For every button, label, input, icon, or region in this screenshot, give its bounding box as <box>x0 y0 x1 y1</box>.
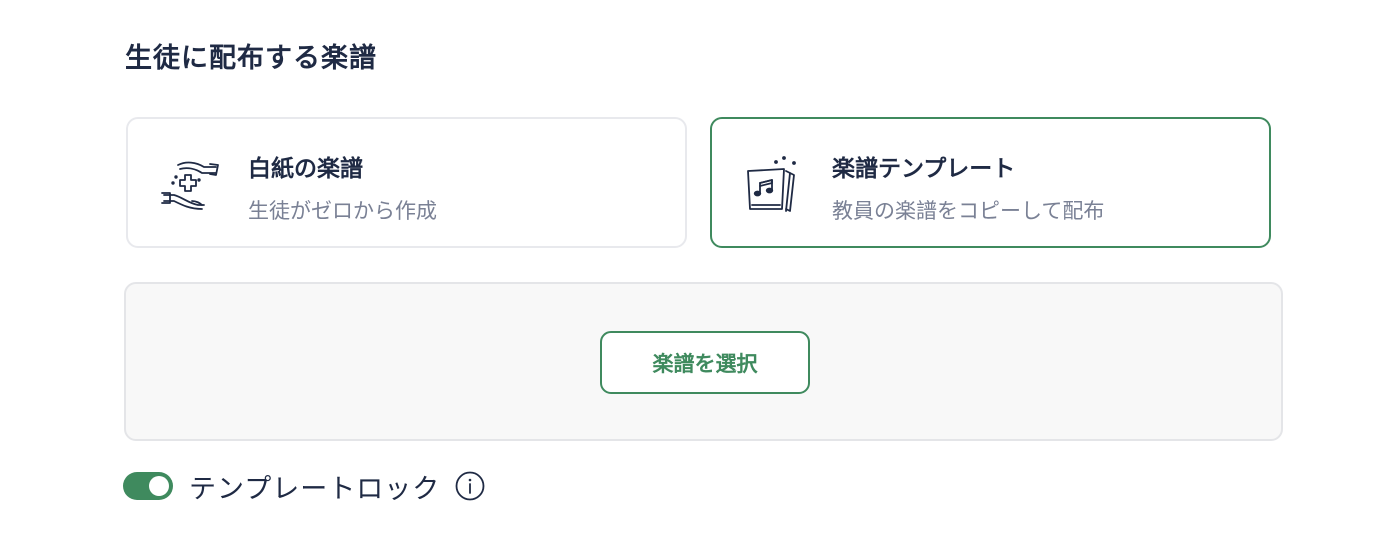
toggle-knob <box>149 476 169 496</box>
score-picker-panel: 楽譜を選択 <box>124 282 1283 441</box>
blank-sheet-option[interactable]: 白紙の楽譜 生徒がゼロから作成 <box>126 117 687 248</box>
select-score-button[interactable]: 楽譜を選択 <box>600 331 810 394</box>
template-sheet-description: 教員の楽譜をコピーして配布 <box>832 199 1105 223</box>
template-lock-label: テンプレートロック <box>189 473 441 505</box>
template-sheet-title: 楽譜テンプレート <box>832 156 1016 182</box>
blank-sheet-description: 生徒がゼロから作成 <box>248 199 437 223</box>
sheet-music-icon <box>747 156 796 212</box>
template-sheet-option[interactable]: 楽譜テンプレート 教員の楽譜をコピーして配布 <box>710 117 1271 248</box>
section-title: 生徒に配布する楽譜 <box>125 43 377 74</box>
distribution-settings: 生徒に配布する楽譜 白紙の楽譜 生徒がゼロから作成 楽譜テンプレート 教員の楽譜… <box>0 0 1400 560</box>
info-icon[interactable] <box>454 470 486 502</box>
blank-sheet-title: 白紙の楽譜 <box>248 156 363 182</box>
template-lock-row: テンプレートロック <box>123 466 486 506</box>
hands-plus-icon <box>161 161 219 210</box>
template-lock-toggle[interactable] <box>123 472 173 500</box>
